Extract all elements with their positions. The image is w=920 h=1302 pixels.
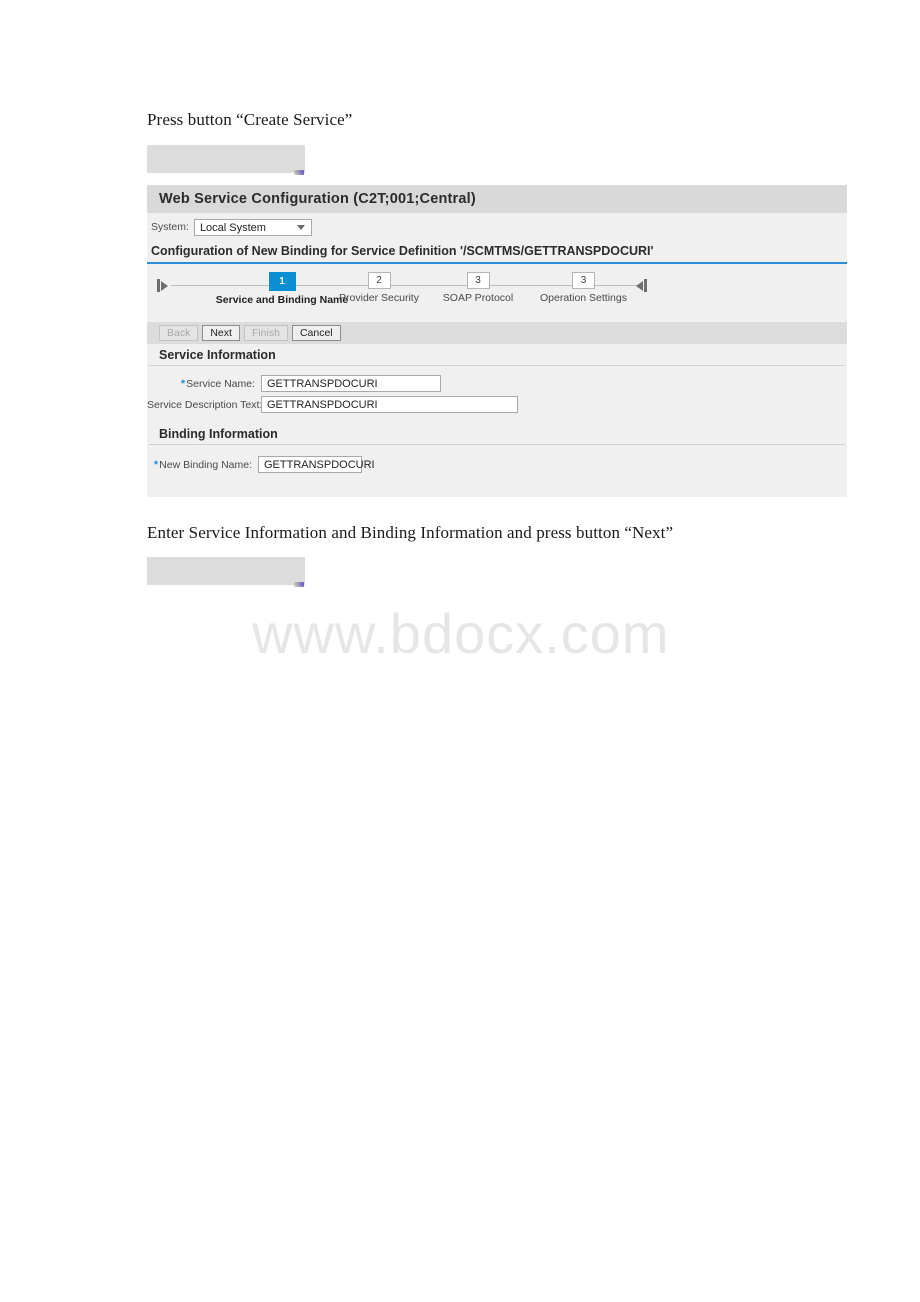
new-binding-name-label: *New Binding Name: (147, 459, 258, 471)
roadmap-step-number: 3 (466, 272, 490, 289)
jump-to-first-icon[interactable] (157, 278, 173, 293)
service-name-input[interactable]: GETTRANSPDOCURI (261, 375, 441, 392)
binding-information-form: *New Binding Name: GETTRANSPDOCURI (147, 445, 847, 497)
system-dropdown[interactable]: Local System (193, 218, 312, 236)
service-description-row: Service Description Text: GETTRANSPDOCUR… (147, 394, 847, 415)
service-name-row: *Service Name: GETTRANSPDOCURI (147, 373, 847, 394)
watermark: www.bdocx.com (252, 602, 670, 665)
instruction-paragraph: Enter Service Information and Binding In… (147, 523, 674, 542)
system-label: System: (151, 221, 189, 233)
placeholder-artifact (294, 582, 304, 587)
binding-information-heading: Binding Information (147, 423, 847, 444)
service-description-label: Service Description Text: (147, 398, 263, 411)
next-button[interactable]: Next (202, 325, 240, 341)
new-binding-name-row: *New Binding Name: GETTRANSPDOCURI (147, 454, 847, 475)
service-information-form: *Service Name: GETTRANSPDOCURI Service D… (147, 366, 847, 423)
roadmap-step-label: Operation Settings (540, 292, 627, 304)
system-dropdown-value: Local System (199, 221, 266, 234)
system-selector-row: System: Local System (147, 213, 847, 241)
web-service-configuration-panel: Web Service Configuration (C2T;001;Centr… (147, 185, 847, 497)
roadmap-step-number: 1 (268, 272, 296, 291)
roadmap-step-provider-security[interactable]: 2 Provider Security (319, 272, 439, 304)
intro-paragraph: Press button “Create Service” (147, 110, 353, 129)
service-description-input[interactable]: GETTRANSPDOCURI (261, 396, 518, 413)
wizard-button-toolbar: Back Next Finish Cancel (147, 322, 847, 344)
image-placeholder-bottom (147, 557, 305, 587)
image-placeholder-top (147, 145, 305, 175)
roadmap-step-number: 3 (572, 272, 595, 289)
service-name-label: *Service Name: (147, 378, 261, 390)
roadmap-step-number: 2 (367, 272, 391, 289)
roadmap-step-label: SOAP Protocol (442, 292, 514, 304)
service-information-heading: Service Information (147, 344, 847, 365)
roadmap-step-operation-settings[interactable]: 3 Operation Settings (521, 272, 646, 304)
configuration-heading: Configuration of New Binding for Service… (147, 241, 847, 262)
roadmap-step-soap-protocol[interactable]: 3 SOAP Protocol (423, 272, 533, 304)
wizard-roadmap: 1 Service and Binding Name 2 Provider Se… (147, 264, 847, 322)
chevron-down-icon (296, 224, 305, 230)
service-name-label-text: Service Name: (186, 377, 255, 390)
finish-button[interactable]: Finish (243, 325, 288, 341)
roadmap-step-label: Provider Security (339, 292, 419, 304)
cancel-button[interactable]: Cancel (291, 325, 341, 341)
new-binding-name-input[interactable]: GETTRANSPDOCURI (258, 456, 375, 473)
required-indicator-icon: * (180, 377, 186, 390)
panel-title: Web Service Configuration (C2T;001;Centr… (147, 185, 847, 213)
new-binding-name-label-text: New Binding Name: (159, 458, 252, 471)
placeholder-artifact (294, 170, 304, 175)
back-button[interactable]: Back (159, 325, 199, 341)
required-indicator-icon: * (153, 458, 159, 471)
